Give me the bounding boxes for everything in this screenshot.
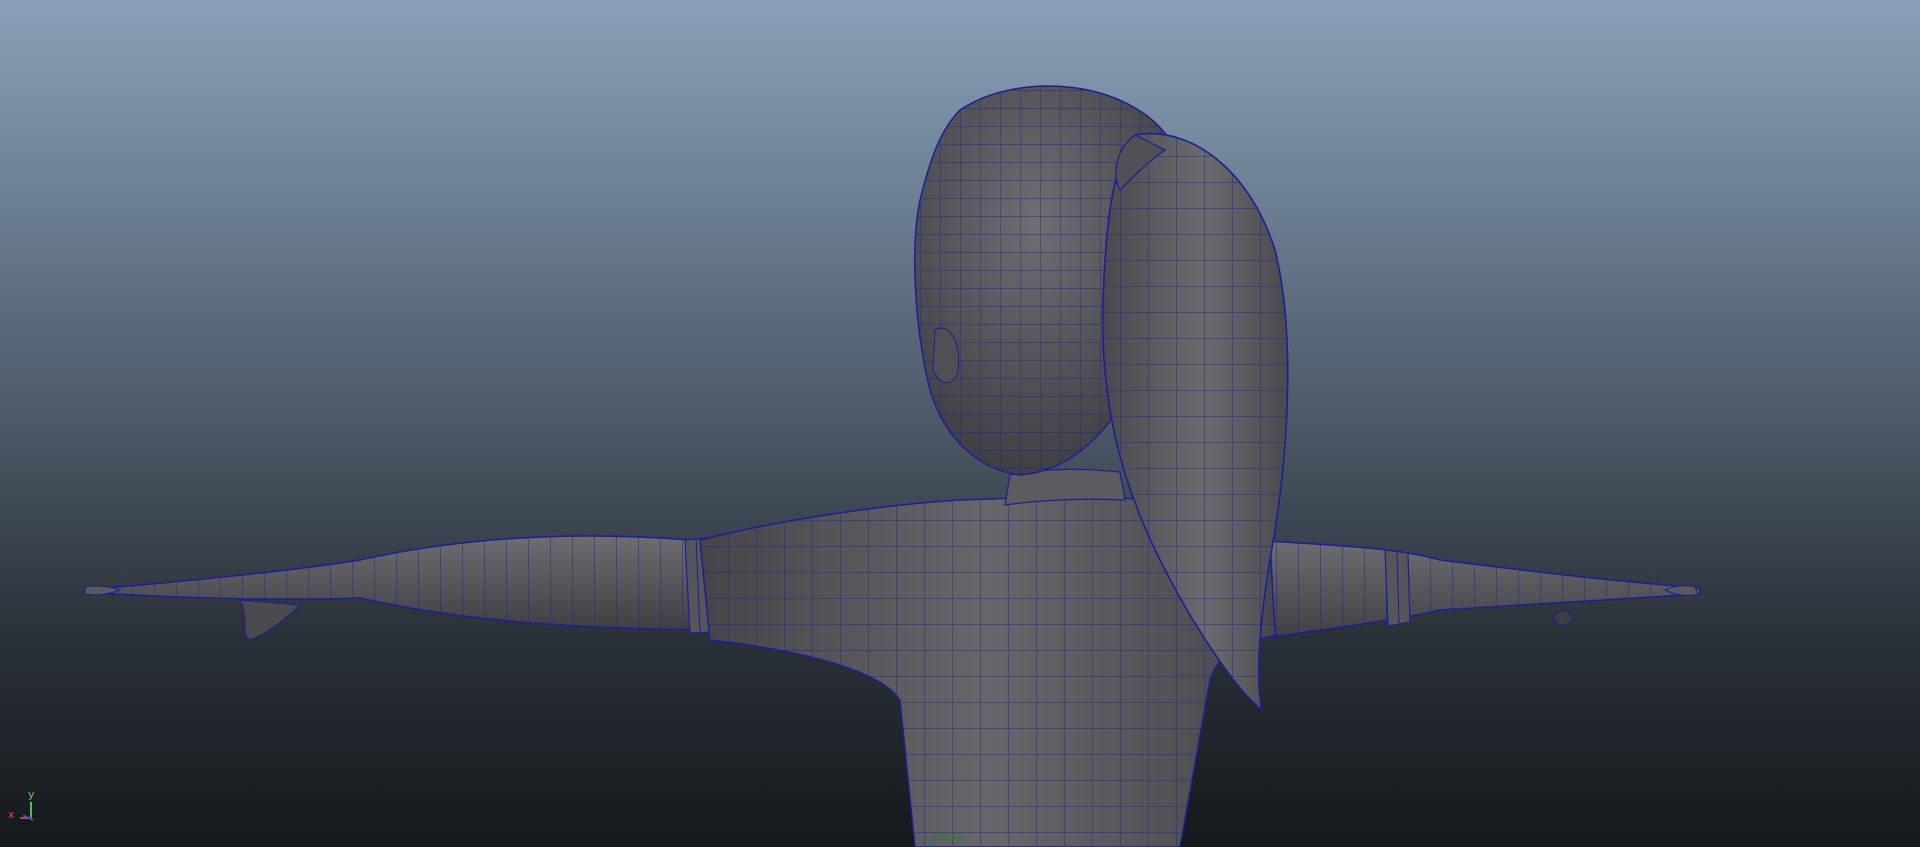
axis-y-line (30, 802, 32, 818)
axis-y-label: y (28, 788, 35, 801)
left-arm (84, 535, 701, 641)
right-sleeve-cuff (1384, 549, 1411, 627)
camera-name-label: persp (933, 830, 964, 843)
axis-gizmo-icon: y x (8, 788, 48, 830)
maya-viewport[interactable]: y x persp (0, 0, 1920, 847)
right-arm (1249, 539, 1701, 641)
character-model[interactable] (0, 0, 1920, 847)
axis-x-label: x (8, 808, 15, 821)
